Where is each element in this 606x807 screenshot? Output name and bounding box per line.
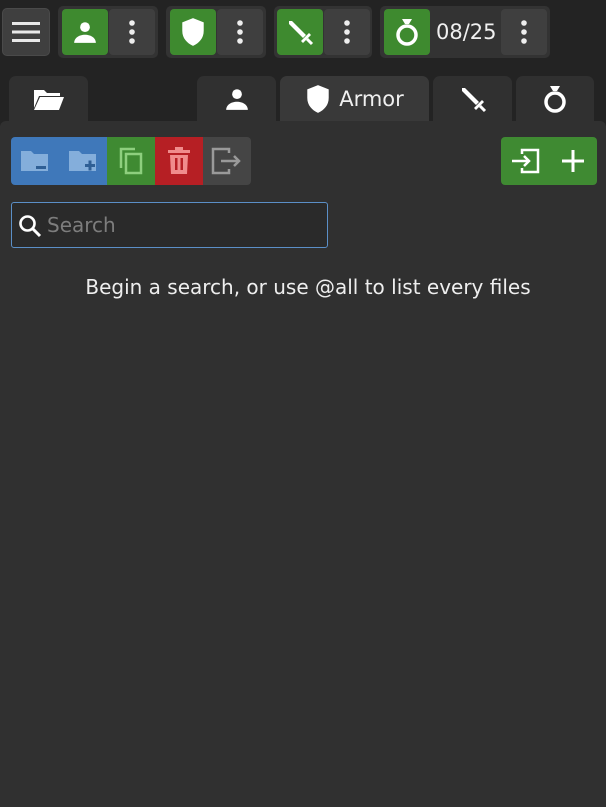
folder-add-icon: [67, 148, 99, 174]
copy-button[interactable]: [107, 137, 155, 185]
person-icon: [72, 19, 98, 45]
main-menu-button[interactable]: [2, 8, 50, 56]
ring-more-button[interactable]: [501, 9, 547, 55]
folder-open-icon: [33, 87, 65, 111]
tab-ring[interactable]: [516, 76, 594, 122]
ring-button[interactable]: [384, 9, 430, 55]
weapon-more-button[interactable]: [324, 9, 370, 55]
plus-icon: [562, 150, 584, 172]
tab-armor-label: Armor: [339, 87, 404, 111]
import-icon: [510, 148, 540, 174]
armor-button[interactable]: [170, 9, 216, 55]
folder-remove-icon: [19, 148, 51, 174]
more-vertical-icon: [344, 20, 350, 44]
import-button[interactable]: [501, 137, 549, 185]
character-button[interactable]: [62, 9, 108, 55]
trash-icon: [167, 147, 191, 175]
sword-icon: [459, 85, 487, 113]
export-button[interactable]: [203, 137, 251, 185]
search-input[interactable]: [47, 203, 322, 247]
copy-icon: [117, 146, 145, 176]
more-vertical-icon: [129, 20, 135, 44]
more-vertical-icon: [521, 20, 527, 44]
tab-weapon[interactable]: [433, 76, 512, 122]
hamburger-icon: [12, 21, 40, 43]
delete-button[interactable]: [155, 137, 203, 185]
more-vertical-icon: [237, 20, 243, 44]
person-icon: [224, 86, 250, 112]
tab-armor[interactable]: Armor: [280, 76, 429, 122]
remove-folder-button[interactable]: [11, 137, 59, 185]
armor-more-button[interactable]: [217, 9, 263, 55]
shield-icon: [305, 84, 331, 114]
ring-counter: 08/25: [436, 20, 497, 44]
shield-icon: [180, 17, 206, 47]
ring-icon: [394, 17, 420, 47]
add-folder-button[interactable]: [59, 137, 107, 185]
search-hint: Begin a search, or use @all to list ever…: [85, 275, 531, 299]
search-icon: [18, 214, 42, 238]
tab-character[interactable]: [197, 76, 276, 122]
search-box: [11, 202, 328, 248]
ring-icon: [542, 84, 568, 114]
tab-files[interactable]: [9, 76, 88, 122]
sword-icon: [286, 18, 314, 46]
add-button[interactable]: [549, 137, 597, 185]
weapon-button[interactable]: [277, 9, 323, 55]
character-more-button[interactable]: [109, 9, 155, 55]
export-icon: [211, 147, 243, 175]
